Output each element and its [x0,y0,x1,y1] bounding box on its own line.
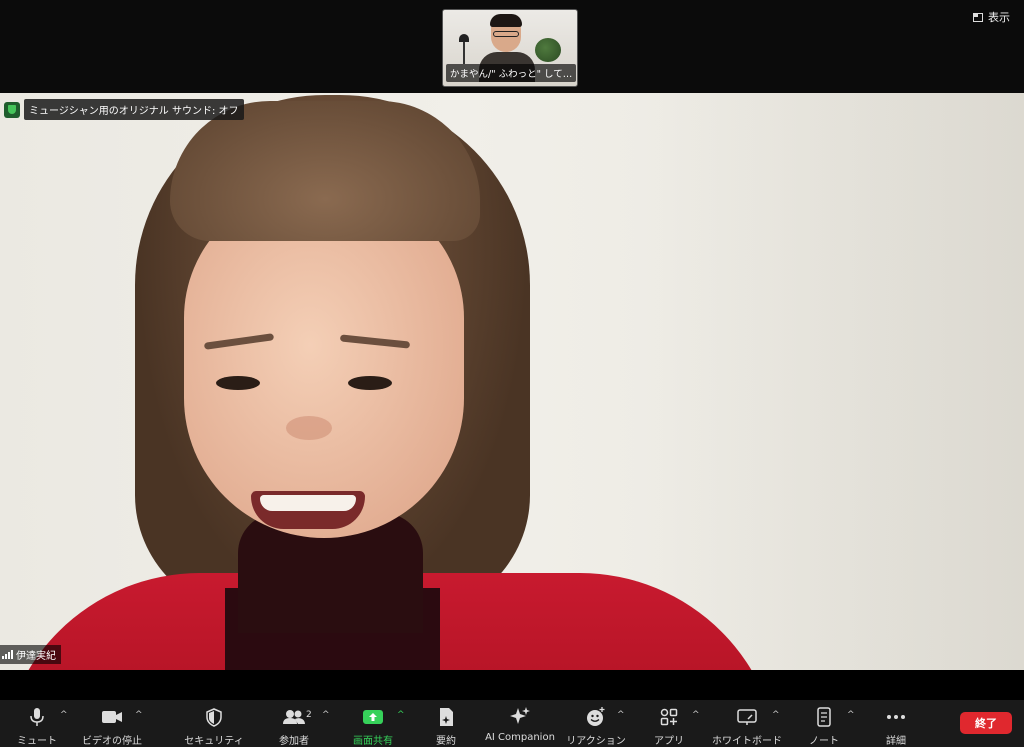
whiteboard-button[interactable]: ホワイトボード [710,700,784,747]
sparkle-icon [509,706,531,728]
participant-thumbnail[interactable]: かまやん/" ふわっと" して… [442,9,578,87]
view-grid-icon [973,12,983,22]
notes-button[interactable]: ノート [804,700,844,747]
participants-icon [283,706,305,728]
speaker-bangs [170,101,480,241]
thumbnail-background [535,38,561,62]
ai-companion-button[interactable]: AI Companion [484,700,556,747]
speaker-eye [216,376,260,390]
microphone-icon [29,706,45,728]
more-dots-icon [886,706,906,728]
thumbnail-person [490,14,522,27]
whiteboard-icon [737,706,757,728]
share-screen-label: 画面共有 [353,736,393,747]
thumbnail-background [459,34,469,42]
speaker-teeth [260,495,356,511]
speaker-nose [286,416,332,440]
more-button[interactable]: 詳細 [876,700,916,747]
view-label: 表示 [988,11,1010,24]
reactions-label: リアクション [566,736,626,747]
chevron-up-icon[interactable]: ^ [60,710,68,720]
shield-icon [206,706,222,728]
more-label: 詳細 [886,736,906,747]
thumbnail-name-label: かまやん/" ふわっと" して… [446,64,577,82]
thumbnail-person [493,31,519,37]
video-background [640,93,1024,670]
speaker-name-tag: 伊達実紀 [0,645,61,664]
speaker-name: 伊達実紀 [16,651,56,662]
main-video[interactable]: ミュージシャン用のオリジナル サウンド: オフ 伊達実紀 [0,93,1024,670]
chevron-up-icon[interactable]: ^ [322,710,330,720]
speaker-eye [348,376,392,390]
participants-count: 2 [306,710,312,720]
share-screen-button[interactable]: 画面共有 [350,700,396,747]
chevron-up-icon[interactable]: ^ [135,710,143,720]
apps-button[interactable]: アプリ [650,700,688,747]
summary-label: 要約 [436,736,456,747]
meeting-toolbar: ミュート ^ ビデオの停止 ^ セキュリティ 参加者 2 ^ 画面共有 ^ 要約 [0,700,1024,747]
participants-label: 参加者 [279,736,309,747]
apps-label: アプリ [654,736,684,747]
original-sound-status: ミュージシャン用のオリジナル サウンド: オフ [24,99,244,120]
stop-video-button[interactable]: ビデオの停止 [80,700,144,747]
chevron-up-icon[interactable]: ^ [692,710,700,720]
stop-video-label: ビデオの停止 [82,736,142,747]
signal-strength-icon [2,650,13,659]
video-camera-icon [101,706,123,728]
participants-button[interactable]: 参加者 [276,700,312,747]
mute-label: ミュート [17,736,57,747]
end-meeting-button[interactable]: 終了 [960,712,1012,734]
summary-document-icon [438,706,454,728]
mute-button[interactable]: ミュート [12,700,62,747]
top-bar: 表示 かまやん/" ふわっと" して… [0,0,1024,93]
chevron-up-icon[interactable]: ^ [397,710,405,720]
shield-icon [4,101,20,118]
notes-label: ノート [809,736,839,747]
whiteboard-label: ホワイトボード [712,736,782,747]
thumbnail-background [463,40,465,64]
share-screen-icon [362,706,384,728]
smiley-plus-icon [586,706,606,728]
view-button[interactable]: 表示 [973,9,1010,25]
chevron-up-icon[interactable]: ^ [847,710,855,720]
reactions-button[interactable]: リアクション [566,700,626,747]
security-label: セキュリティ [184,736,244,747]
ai-companion-label: AI Companion [485,732,555,743]
security-button[interactable]: セキュリティ [182,700,246,747]
notes-icon [816,706,832,728]
chevron-up-icon[interactable]: ^ [772,710,780,720]
apps-icon [660,706,678,728]
original-sound-badge[interactable]: ミュージシャン用のオリジナル サウンド: オフ [4,99,244,120]
chevron-up-icon[interactable]: ^ [617,710,625,720]
summary-button[interactable]: 要約 [426,700,466,747]
